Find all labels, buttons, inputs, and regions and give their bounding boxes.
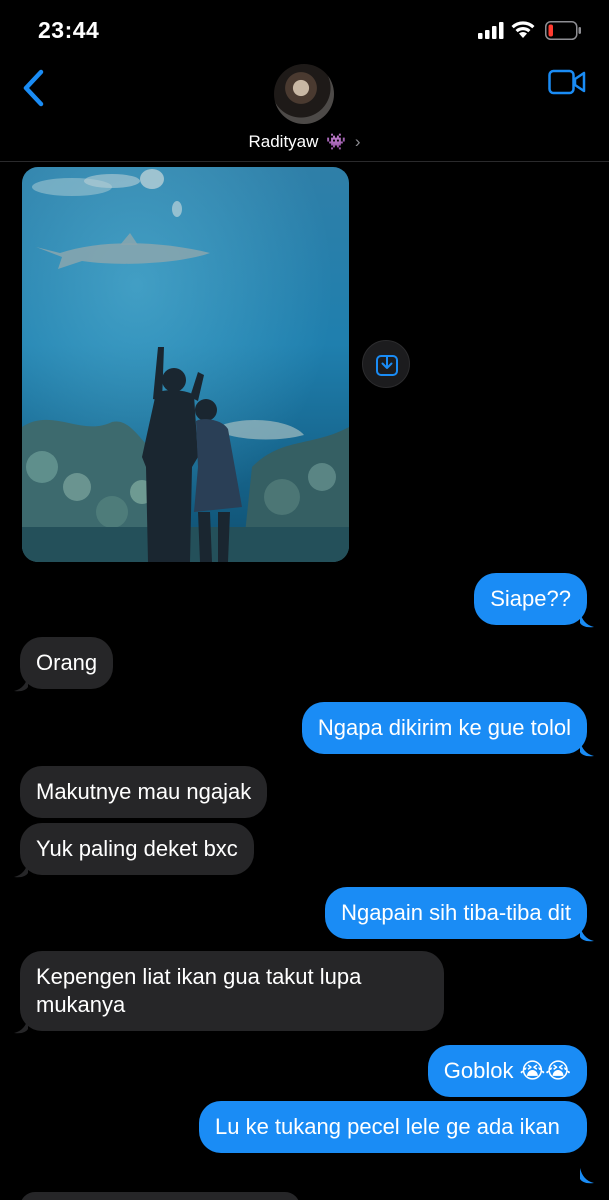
bubble-tail bbox=[580, 1168, 594, 1184]
bubble-tail bbox=[14, 676, 28, 692]
message-bubble-outgoing[interactable]: Ngapa dikirim ke gue tolol bbox=[301, 702, 587, 754]
message-bubble-incoming[interactable]: Yuk paling deket bxc bbox=[20, 823, 254, 875]
bubble-tail bbox=[14, 862, 28, 878]
avatar[interactable] bbox=[274, 64, 334, 124]
bubble-tail bbox=[580, 926, 594, 942]
save-download-icon bbox=[376, 355, 398, 376]
contact-name: Radityaw bbox=[248, 132, 319, 151]
message-bubble-incoming[interactable]: Makutnye mau ngajak bbox=[20, 766, 268, 818]
message-bubble-incoming[interactable]: Kepengen liat ikan gua takut lupa mukany… bbox=[20, 951, 444, 1031]
message-bubble-outgoing[interactable]: Ngapain sih tiba-tiba dit bbox=[325, 887, 587, 939]
status-time: 23:44 bbox=[38, 17, 100, 43]
chevron-left-icon[interactable] bbox=[20, 68, 48, 108]
bubble-tail bbox=[580, 612, 594, 628]
video-camera-icon[interactable] bbox=[548, 68, 586, 96]
battery-icon bbox=[545, 21, 581, 40]
save-download-button[interactable] bbox=[362, 340, 410, 388]
message-bubble-outgoing[interactable]: Siape?? bbox=[474, 573, 587, 625]
chevron-right-icon: › bbox=[354, 132, 361, 151]
alien-monster-icon: 👾 bbox=[326, 134, 347, 151]
message-bubble-outgoing[interactable]: Lu ke tukang pecel lele ge ada ikan bbox=[199, 1101, 587, 1153]
status-bar: 23:44 bbox=[0, 0, 609, 60]
cellular-signal-icon bbox=[478, 22, 504, 39]
message-bubble-incoming[interactable]: Orang bbox=[20, 637, 114, 689]
aquarium-photo[interactable] bbox=[22, 167, 349, 562]
bubble-tail bbox=[14, 1018, 28, 1034]
message-bubble-incoming-partial bbox=[20, 1192, 300, 1200]
conversation-header: Radityaw 👾 › bbox=[0, 60, 609, 162]
bubble-tail bbox=[580, 741, 594, 757]
messages-screen: 23:44 Radityaw 👾 › Siape?? Orang Ngapa d… bbox=[0, 0, 609, 1200]
wifi-icon bbox=[511, 21, 535, 38]
contact-name-row[interactable]: Radityaw 👾 › bbox=[0, 132, 609, 152]
message-bubble-outgoing[interactable]: Goblok 😭😭 bbox=[427, 1045, 587, 1097]
